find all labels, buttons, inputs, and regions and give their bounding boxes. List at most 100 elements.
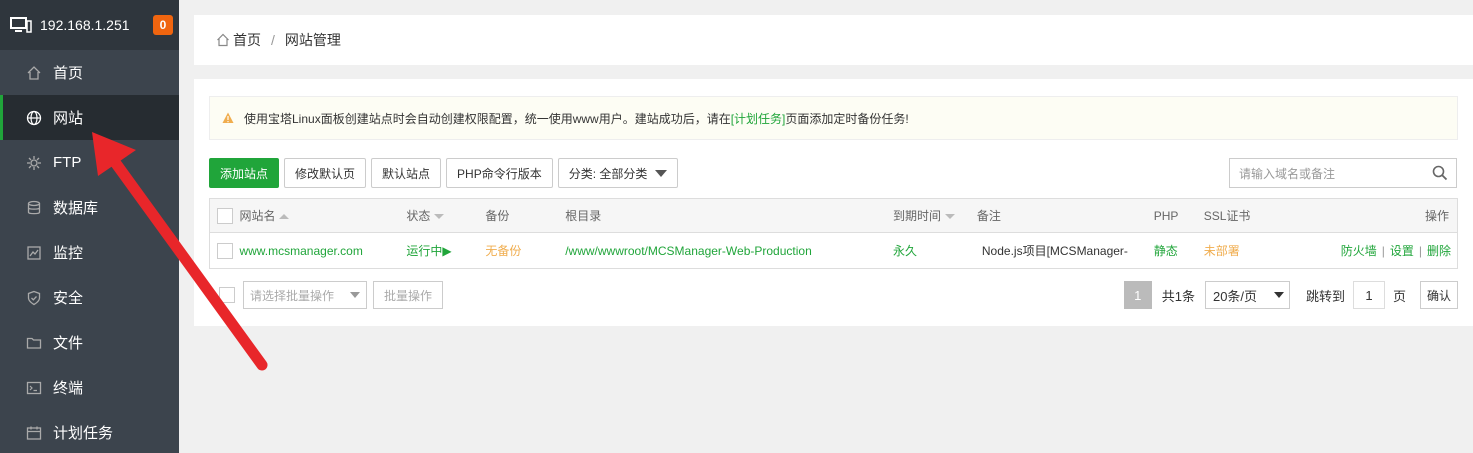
sort-down-icon [434,214,445,220]
sidebar-item-monitor[interactable]: 监控 [0,230,179,275]
chevron-down-icon [1273,292,1284,298]
site-expire[interactable]: 永久 [892,232,977,269]
settings-link[interactable]: 设置 [1390,244,1414,258]
home-icon [25,64,43,82]
add-site-button[interactable]: 添加站点 [209,158,280,188]
site-actions: 防火墙 | 设置 | 删除 [1303,232,1458,269]
search-input[interactable]: 请输入域名或备注 [1229,158,1457,188]
sort-up-icon [279,214,290,220]
table-footer: 请选择批量操作 批量操作 1 共1条 20条/页 跳转到 1 页 确认 [209,281,1458,311]
sidebar-item-label: 数据库 [53,200,99,217]
sidebar-item-label: FTP [53,154,82,171]
monitor-chart-icon [25,244,43,262]
sidebar-item-terminal[interactable]: 终端 [0,365,179,410]
notice-text-end: 页面添加定时备份任务! [785,111,909,126]
search-icon[interactable] [1432,165,1448,181]
row-checkbox[interactable] [216,242,233,259]
batch-action-placeholder: 请选择批量操作 [250,288,335,303]
current-page-button[interactable]: 1 [1123,281,1152,309]
table-header-row: 网站名 状态 备份 根目录 到期时间 备注 PHP SSL证书 操作 [209,198,1458,233]
sidebar-item-label: 文件 [53,335,84,352]
terminal-icon [25,379,43,397]
sidebar-item-label: 首页 [53,65,84,82]
caret-down-icon [655,169,668,177]
notice-banner: 使用宝塔Linux面板创建站点时会自动创建权限配置，统一使用www用户。建站成功… [209,96,1458,140]
server-header[interactable]: 192.168.1.251 0 [0,0,179,50]
column-header-backup: 备份 [485,198,566,233]
sidebar-item-label: 网站 [53,110,84,127]
sidebar-item-cron[interactable]: 计划任务 [0,410,179,453]
sidebar-item-files[interactable]: 文件 [0,320,179,365]
batch-action-button[interactable]: 批量操作 [373,281,443,309]
total-count: 共1条 [1161,288,1195,304]
column-header-ssl: SSL证书 [1203,198,1304,233]
notification-badge[interactable]: 0 [153,15,173,35]
home-icon [217,33,229,47]
column-header-ops: 操作 [1303,198,1458,233]
page-unit: 页 [1392,288,1406,304]
column-header-expire[interactable]: 到期时间 [892,198,977,233]
sort-down-icon [945,214,955,220]
column-header-php: PHP [1153,198,1204,233]
site-php[interactable]: 静态 [1153,232,1204,269]
site-table: 网站名 状态 备份 根目录 到期时间 备注 PHP SSL证书 操作 www.m… [209,198,1458,269]
breadcrumb: 首页 / 网站管理 [194,15,1473,65]
confirm-jump-button[interactable]: 确认 [1420,281,1458,309]
site-root-link[interactable]: /www/wwwroot/MCSManager-Web-Production [565,232,893,269]
site-ssl[interactable]: 未部署 [1203,232,1304,269]
sidebar-item-label: 计划任务 [53,425,114,442]
notice-text: 使用宝塔Linux面板创建站点时会自动创建权限配置，统一使用www用户。建站成功… [244,111,731,126]
batch-action-select[interactable]: 请选择批量操作 [243,281,367,309]
search-placeholder: 请输入域名或备注 [1239,166,1336,181]
action-separator: | [1381,244,1385,258]
sidebar-item-home[interactable]: 首页 [0,50,179,95]
breadcrumb-separator: / [271,32,275,48]
site-status[interactable]: 运行中▶ [406,232,486,269]
shield-icon [25,289,43,307]
php-cli-version-button[interactable]: PHP命令行版本 [446,158,553,188]
page-size-select[interactable]: 20条/页 [1204,281,1290,309]
select-all-checkbox[interactable] [216,207,233,224]
caret-down-icon [350,292,360,298]
page-size-value: 20条/页 [1212,288,1258,304]
sidebar-item-database[interactable]: 数据库 [0,185,179,230]
column-header-note: 备注 [976,198,1154,233]
site-note[interactable]: Node.js项目[MCSManager- [976,232,1154,269]
sidebar-item-website[interactable]: 网站 [0,95,179,140]
ftp-icon [25,154,43,172]
notice-cron-link[interactable]: [计划任务] [731,110,786,127]
site-panel: 使用宝塔Linux面板创建站点时会自动创建权限配置，统一使用www用户。建站成功… [194,79,1473,326]
database-icon [25,199,43,217]
footer-select-all-checkbox[interactable] [219,287,235,303]
breadcrumb-home[interactable]: 首页 [233,30,261,50]
sidebar: 192.168.1.251 0 首页 网站 FTP 数据库 监控 安全 文件 终… [0,0,179,453]
site-name-link[interactable]: www.mcsmanager.com [239,232,407,269]
sidebar-item-label: 安全 [53,290,84,307]
sidebar-item-security[interactable]: 安全 [0,275,179,320]
category-select[interactable]: 分类: 全部分类 [557,158,679,188]
column-header-root: 根目录 [565,198,893,233]
sidebar-item-ftp[interactable]: FTP [0,140,179,185]
jump-page-input[interactable]: 1 [1352,281,1385,309]
warning-icon [222,112,234,123]
edit-default-page-button[interactable]: 修改默认页 [284,158,367,188]
sidebar-item-label: 监控 [53,245,84,262]
firewall-link[interactable]: 防火墙 [1341,244,1377,258]
column-header-status[interactable]: 状态 [406,198,486,233]
toolbar: 添加站点 修改默认页 默认站点 PHP命令行版本 分类: 全部分类 [209,158,679,188]
action-separator: | [1418,244,1422,258]
folder-icon [25,334,43,352]
pagination: 1 共1条 20条/页 跳转到 1 页 确认 [1123,281,1458,309]
calendar-icon [25,424,43,442]
delete-link[interactable]: 删除 [1427,244,1451,258]
server-ip: 192.168.1.251 [40,17,130,33]
globe-icon [25,109,43,127]
breadcrumb-current: 网站管理 [284,32,341,48]
monitor-icon [10,17,32,33]
default-site-button[interactable]: 默认站点 [371,158,442,188]
site-backup[interactable]: 无备份 [485,232,566,269]
jump-label: 跳转到 [1305,288,1345,304]
column-header-name[interactable]: 网站名 [239,198,407,233]
sidebar-item-label: 终端 [53,380,84,397]
category-select-label: 分类: 全部分类 [568,166,648,181]
